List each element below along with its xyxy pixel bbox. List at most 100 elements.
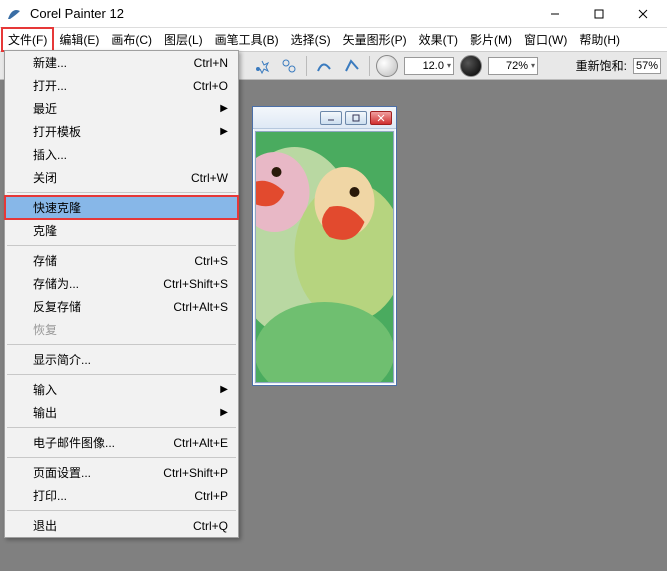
menu-item-插入[interactable]: 插入...: [5, 143, 238, 166]
menu-bar: 文件(F) 编辑(E) 画布(C) 图层(L) 画笔工具(B) 选择(S) 矢量…: [0, 28, 667, 52]
menu-separator: [7, 510, 236, 511]
menu-item-显示简介[interactable]: 显示简介...: [5, 348, 238, 371]
chevron-right-icon: ▶: [220, 103, 228, 114]
separator: [306, 56, 307, 76]
menu-edit[interactable]: 编辑(E): [53, 28, 105, 51]
app-icon: [6, 5, 24, 23]
menu-item-label: 克隆: [33, 222, 228, 239]
menu-select[interactable]: 选择(S): [285, 28, 337, 51]
brush-size-input[interactable]: 12.0▾: [404, 57, 454, 75]
menu-layer[interactable]: 图层(L): [158, 28, 209, 51]
document-canvas[interactable]: [255, 131, 394, 383]
menu-file[interactable]: 文件(F): [2, 28, 53, 51]
opacity-input[interactable]: 72%▾: [488, 57, 538, 75]
chevron-down-icon: ▾: [447, 61, 451, 70]
menu-canvas[interactable]: 画布(C): [105, 28, 158, 51]
menu-separator: [7, 427, 236, 428]
title-bar: Corel Painter 12: [0, 0, 667, 28]
menu-item-label: 打开模板: [33, 123, 228, 140]
menu-item-label: 新建...: [33, 54, 194, 71]
menu-item-新建[interactable]: 新建...Ctrl+N: [5, 51, 238, 74]
menu-item-恢复: 恢复: [5, 318, 238, 341]
menu-item-label: 打开...: [33, 77, 193, 94]
document-window[interactable]: [252, 106, 397, 386]
chevron-right-icon: ▶: [220, 126, 228, 137]
chevron-right-icon: ▶: [220, 407, 228, 418]
menu-item-打开模板[interactable]: 打开模板▶: [5, 120, 238, 143]
menu-item-label: 插入...: [33, 146, 228, 163]
menu-help[interactable]: 帮助(H): [573, 28, 626, 51]
menu-item-label: 最近: [33, 100, 228, 117]
menu-item-label: 存储: [33, 252, 194, 269]
straight-line-icon[interactable]: [341, 55, 363, 77]
menu-item-label: 电子邮件图像...: [33, 434, 173, 451]
menu-item-shortcut: Ctrl+S: [194, 254, 228, 268]
brush-size-value: 12.0: [423, 60, 444, 72]
separator: [369, 56, 370, 76]
clone-source-icon[interactable]: [278, 55, 300, 77]
opacity-preview[interactable]: [460, 55, 482, 77]
app-title: Corel Painter 12: [30, 6, 533, 21]
maximize-button[interactable]: [577, 0, 621, 28]
menu-item-shortcut: Ctrl+Alt+E: [173, 436, 228, 450]
menu-item-打印[interactable]: 打印...Ctrl+P: [5, 484, 238, 507]
menu-item-label: 显示简介...: [33, 351, 228, 368]
close-button[interactable]: [621, 0, 665, 28]
minimize-button[interactable]: [533, 0, 577, 28]
menu-shapes[interactable]: 矢量图形(P): [337, 28, 413, 51]
menu-separator: [7, 344, 236, 345]
menu-item-label: 反复存储: [33, 298, 173, 315]
menu-item-label: 恢复: [33, 321, 228, 338]
menu-effects[interactable]: 效果(T): [413, 28, 464, 51]
menu-item-存储[interactable]: 存储Ctrl+S: [5, 249, 238, 272]
menu-item-label: 输出: [33, 404, 228, 421]
menu-item-输入[interactable]: 输入▶: [5, 378, 238, 401]
menu-item-shortcut: Ctrl+N: [194, 56, 228, 70]
menu-item-关闭[interactable]: 关闭Ctrl+W: [5, 166, 238, 189]
menu-separator: [7, 374, 236, 375]
menu-item-电子邮件图像[interactable]: 电子邮件图像...Ctrl+Alt+E: [5, 431, 238, 454]
menu-item-shortcut: Ctrl+Q: [193, 519, 228, 533]
menu-item-label: 存储为...: [33, 275, 163, 292]
menu-item-label: 页面设置...: [33, 464, 163, 481]
menu-item-label: 退出: [33, 517, 193, 534]
chevron-down-icon: ▾: [531, 61, 535, 70]
menu-movie[interactable]: 影片(M): [464, 28, 518, 51]
menu-item-label: 快速克隆: [33, 199, 228, 216]
menu-item-shortcut: Ctrl+Alt+S: [173, 300, 228, 314]
menu-item-输出[interactable]: 输出▶: [5, 401, 238, 424]
menu-item-快速克隆[interactable]: 快速克隆: [5, 196, 238, 219]
doc-close-button[interactable]: [370, 111, 392, 125]
chevron-right-icon: ▶: [220, 384, 228, 395]
menu-brush[interactable]: 画笔工具(B): [209, 28, 285, 51]
menu-window[interactable]: 窗口(W): [518, 28, 573, 51]
menu-separator: [7, 457, 236, 458]
brush-size-preview[interactable]: [376, 55, 398, 77]
menu-item-shortcut: Ctrl+O: [193, 79, 228, 93]
opacity-value: 72%: [506, 60, 528, 72]
doc-maximize-button[interactable]: [345, 111, 367, 125]
menu-item-存储为[interactable]: 存储为...Ctrl+Shift+S: [5, 272, 238, 295]
menu-item-shortcut: Ctrl+Shift+S: [163, 277, 228, 291]
document-title-bar[interactable]: [253, 107, 396, 129]
menu-separator: [7, 245, 236, 246]
file-menu-dropdown: 新建...Ctrl+N打开...Ctrl+O最近▶打开模板▶插入...关闭Ctr…: [4, 50, 239, 538]
menu-item-shortcut: Ctrl+W: [191, 171, 228, 185]
menu-item-label: 输入: [33, 381, 228, 398]
menu-item-反复存储[interactable]: 反复存储Ctrl+Alt+S: [5, 295, 238, 318]
freehand-icon[interactable]: [313, 55, 335, 77]
resat-label: 重新饱和:: [576, 57, 627, 74]
menu-separator: [7, 192, 236, 193]
menu-item-克隆[interactable]: 克隆: [5, 219, 238, 242]
menu-item-shortcut: Ctrl+P: [194, 489, 228, 503]
menu-item-label: 关闭: [33, 169, 191, 186]
menu-item-shortcut: Ctrl+Shift+P: [163, 466, 228, 480]
menu-item-退出[interactable]: 退出Ctrl+Q: [5, 514, 238, 537]
menu-item-页面设置[interactable]: 页面设置...Ctrl+Shift+P: [5, 461, 238, 484]
menu-item-最近[interactable]: 最近▶: [5, 97, 238, 120]
menu-item-label: 打印...: [33, 487, 194, 504]
brush-sparkle-icon[interactable]: [250, 55, 272, 77]
resat-value: 57%: [633, 58, 661, 74]
doc-minimize-button[interactable]: [320, 111, 342, 125]
menu-item-打开[interactable]: 打开...Ctrl+O: [5, 74, 238, 97]
